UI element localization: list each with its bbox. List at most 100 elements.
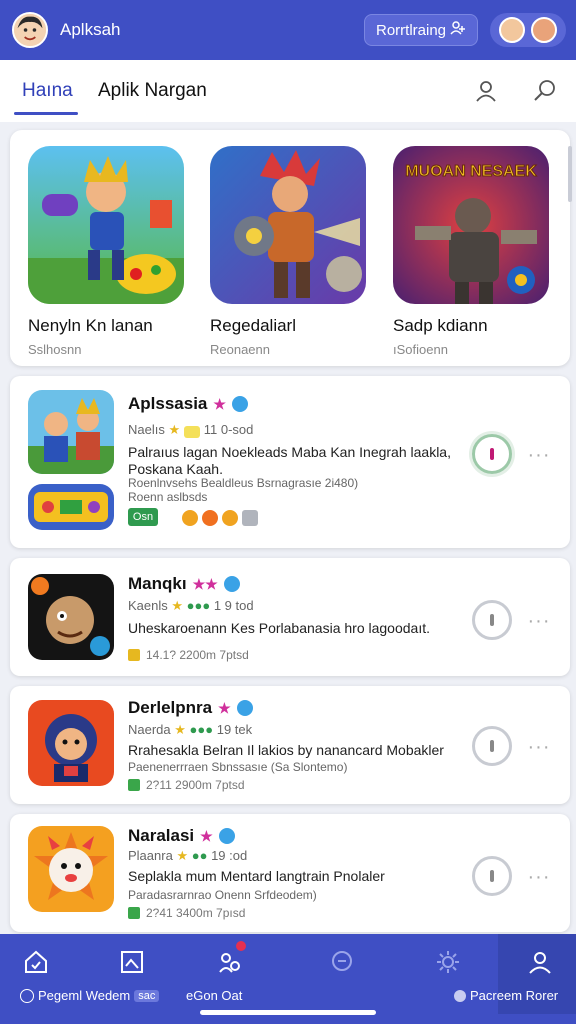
top-app-bar: Aplksah Rorrtlraing [0, 0, 576, 60]
app-card[interactable]: Manqkı ★★ Kaenls ★ ●●● 1 9 tod Uheskaroe… [10, 558, 570, 676]
emoji-icon [202, 510, 218, 526]
rating-icon: ●●● [189, 722, 214, 737]
more-options-icon[interactable]: ··· [526, 867, 552, 892]
bottom-nav-center[interactable]: eGon Oat [186, 988, 242, 1003]
star-icon: ★ [200, 827, 213, 844]
app-title-text: Naralasi [128, 826, 195, 845]
install-status-ring[interactable] [472, 434, 512, 474]
avatar [499, 17, 525, 43]
tab-bar: Haına Aplik Nargan [0, 60, 576, 122]
tab-home[interactable]: Haına [22, 80, 73, 102]
settings-icon[interactable] [428, 942, 468, 982]
app-card[interactable]: Naralasi ★ Plaanra ★ ●● 19 :od Seplakla … [10, 814, 570, 932]
more-options-icon[interactable]: ··· [526, 611, 552, 636]
app-icon [28, 390, 114, 474]
app-footer-text: 2?11 2900m 7ptsd [146, 778, 245, 792]
app-meta-prefix: Naelıs [128, 422, 165, 437]
app-logo[interactable] [12, 12, 48, 48]
app-card[interactable]: Aplssasia ★ Naelıs ★ 11 0-sod Palraıus l… [10, 376, 570, 548]
top-action-button[interactable]: Rorrtlraing [364, 14, 478, 46]
app-meta: Naerda ★ ●●● 19 tek [128, 722, 252, 738]
user-add-icon [450, 20, 466, 40]
app-card[interactable]: Derlelpnra ★ Naerda ★ ●●● 19 tek Rrahesa… [10, 686, 570, 804]
bottom-nav-left[interactable]: Pegeml Wedem sac [20, 988, 160, 1003]
star-icon: ★ [176, 848, 189, 863]
avatar [531, 17, 557, 43]
app-meta: Naelıs ★ 11 0-sod [128, 422, 253, 438]
install-status-ring[interactable] [472, 600, 512, 640]
bottom-nav-right-label: Pacreem Rorer [470, 988, 559, 1003]
check-icon [128, 907, 140, 919]
user-icon[interactable] [473, 78, 499, 104]
rating-icon: ●● [191, 848, 208, 863]
app-meta-prefix: Kaenls [128, 598, 168, 613]
app-icon [28, 826, 114, 912]
featured-item[interactable]: MUOAN NESAEK Sadp kdiann ıSofioenn [393, 146, 551, 357]
app-meta-suffix: 19 tek [216, 722, 253, 737]
app-meta: Plaanra ★ ●● 19 :od [128, 848, 247, 864]
verified-icon [236, 700, 253, 716]
featured-art [210, 146, 366, 304]
featured-item[interactable]: Regedaliarl Reonaenn [210, 146, 368, 357]
app-footer: 2?11 2900m 7ptsd [128, 778, 245, 792]
install-status-ring[interactable] [472, 856, 512, 896]
home-indicator[interactable] [200, 1010, 376, 1015]
active-tab-indicator [14, 112, 78, 115]
app-description: Palraıus lagan Noekleads Maba Kan Inegra… [128, 444, 451, 477]
gallery-icon[interactable] [112, 942, 152, 982]
app-title: Aplksah [60, 20, 121, 39]
verified-icon [218, 828, 235, 844]
app-description: Rrahesakla Belran Il lakios by nanancard… [128, 742, 444, 758]
app-description: Seplakla mum Mentard langtrain Pnolaler [128, 868, 385, 884]
featured-art-text: MUOAN NESAEK [405, 163, 537, 180]
app-title-text: Aplssasia [128, 394, 208, 413]
home-icon[interactable] [16, 942, 56, 982]
star-icon: ★ [213, 395, 226, 412]
scrollbar[interactable] [568, 146, 572, 202]
bottom-nav-center-label: eGon Oat [186, 988, 243, 1003]
status-dot [490, 614, 494, 626]
app-title: Manqkı ★★ [128, 574, 240, 594]
star-icon: ★ [171, 598, 184, 613]
account-switcher[interactable] [490, 13, 566, 47]
app-title: Aplssasia ★ [128, 394, 248, 414]
check-icon [128, 779, 140, 791]
app-title: Naralasi ★ [128, 826, 235, 846]
more-options-icon[interactable]: ··· [526, 737, 552, 762]
info-icon [20, 988, 34, 1003]
app-title-text: Derlelpnra [128, 698, 213, 717]
status-dot [490, 870, 494, 882]
app-extra: Paenenerrraen Sbnssasıe (Sa Slontemo) [128, 760, 348, 774]
get-button[interactable]: Osn [128, 508, 158, 526]
app-icon [28, 700, 114, 786]
featured-subtitle: Sslhosnn [28, 342, 82, 357]
tab-apps[interactable]: Aplik Nargan [98, 80, 207, 102]
featured-subtitle: ıSofioenn [393, 342, 448, 357]
app-footer: 2?41 3400m 7pısd [128, 906, 245, 920]
reaction-row [182, 510, 258, 526]
chat-search-icon[interactable] [322, 942, 362, 982]
app-meta-suffix: 11 0-sod [203, 422, 254, 437]
featured-item[interactable]: Nenyln Kn lanan Sslhosnn [28, 146, 186, 357]
bottom-nav-right[interactable]: Pacreem Rorer [454, 988, 558, 1003]
app-meta-prefix: Naerda [128, 722, 171, 737]
rating-icon: ●●● [186, 598, 211, 613]
star-icon: ★ [218, 699, 231, 716]
verified-icon [231, 396, 248, 412]
status-dot [490, 448, 494, 460]
verified-icon [223, 576, 240, 592]
bottom-nav-badge: sac [134, 989, 160, 1002]
app-description: Uheskaroenann Kes Porlabanasia hro lagoo… [128, 620, 430, 636]
profile-icon[interactable] [520, 942, 560, 982]
app-footer: 14.1? 2200m 7ptsd [128, 648, 249, 662]
check-icon [128, 649, 140, 661]
featured-art: MUOAN NESAEK [393, 146, 549, 304]
search-icon[interactable] [532, 78, 558, 104]
bottom-nav-left-label: Pegeml Wedem [38, 988, 131, 1003]
featured-carousel: Nenyln Kn lanan Sslhosnn Regedaliarl Reo… [10, 130, 570, 366]
status-dot [490, 740, 494, 752]
star-icon: ★ [174, 722, 186, 737]
more-options-icon[interactable]: ··· [526, 445, 552, 470]
install-status-ring[interactable] [472, 726, 512, 766]
app-footer-text: 2?41 3400m 7pısd [146, 906, 246, 920]
